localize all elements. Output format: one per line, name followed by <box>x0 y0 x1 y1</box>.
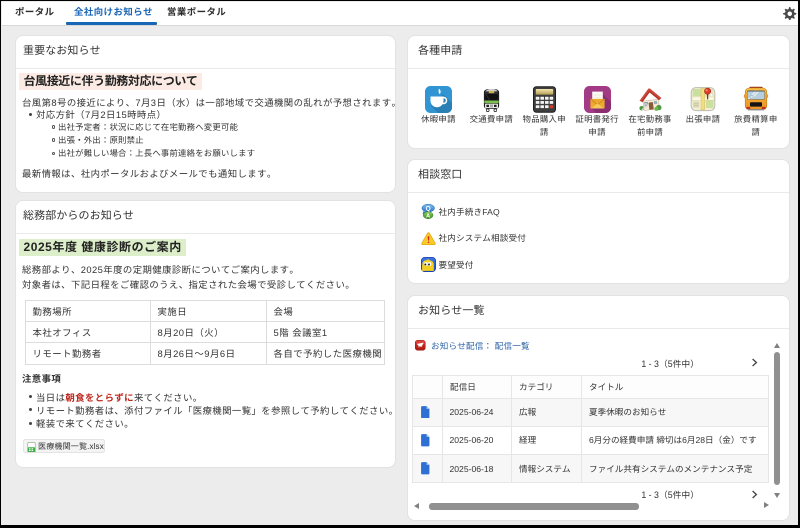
svg-text:Q: Q <box>425 206 430 213</box>
